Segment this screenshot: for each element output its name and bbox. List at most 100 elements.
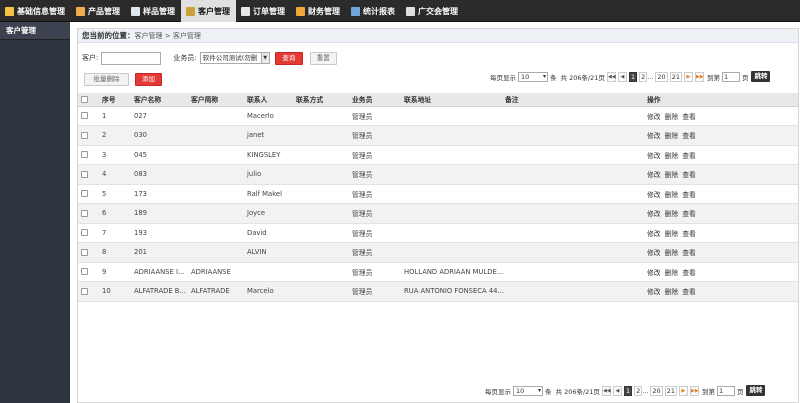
customer-input[interactable] xyxy=(101,51,162,65)
next-page-icon[interactable]: ▶ xyxy=(683,71,693,82)
row-checkbox[interactable] xyxy=(81,151,88,159)
row-checkbox[interactable] xyxy=(81,287,88,295)
edit-link[interactable]: 修改 xyxy=(647,113,661,121)
batch-delete-button[interactable]: 批量删除 xyxy=(84,73,129,86)
delete-link[interactable]: 删除 xyxy=(665,132,679,140)
view-link[interactable]: 查看 xyxy=(682,132,696,140)
view-link[interactable]: 查看 xyxy=(682,230,696,238)
goto-input[interactable]: 1 xyxy=(721,71,740,82)
goto-input-bottom[interactable]: 1 xyxy=(716,385,735,396)
page-20-bottom[interactable]: 20 xyxy=(650,385,663,396)
row-checkbox[interactable] xyxy=(81,190,88,198)
cell-contact: Macerlo xyxy=(244,106,293,126)
view-link[interactable]: 查看 xyxy=(682,152,696,160)
reset-button[interactable]: 重置 xyxy=(309,51,337,65)
edit-link[interactable]: 修改 xyxy=(647,288,661,296)
cell-no: 8 xyxy=(99,242,131,263)
page-2-bottom[interactable]: 2 xyxy=(634,385,643,396)
page-unit-bottom: 页 xyxy=(736,387,744,396)
cell-phone xyxy=(293,203,349,224)
goto-label-bottom: 到第 xyxy=(701,387,715,396)
page-20[interactable]: 20 xyxy=(655,71,668,82)
per-page-select-bottom[interactable]: 10 xyxy=(513,385,543,396)
first-page-icon[interactable]: ◀◀ xyxy=(601,385,611,396)
edit-link[interactable]: 修改 xyxy=(647,152,661,160)
per-page-select[interactable]: 10 xyxy=(518,71,548,82)
chevron-down-icon: ▼ xyxy=(260,53,269,63)
delete-link[interactable]: 删除 xyxy=(665,171,679,179)
delete-link[interactable]: 删除 xyxy=(665,113,679,121)
delete-link[interactable]: 删除 xyxy=(665,191,679,199)
salesman-select[interactable]: 软件公司测试(勿删 ▼ xyxy=(199,52,270,64)
prev-page-icon[interactable]: ◀ xyxy=(612,385,622,396)
cell-name: 189 xyxy=(131,203,188,224)
last-page-icon[interactable]: ▶▶ xyxy=(689,385,699,396)
delete-link[interactable]: 删除 xyxy=(665,152,679,160)
col-no: 序号 xyxy=(99,93,131,107)
edit-link[interactable]: 修改 xyxy=(647,191,661,199)
customer-table: 序号 客户名称 客户简称 联系人 联系方式 业务员 联系地址 备注 操作 1 02… xyxy=(78,93,798,302)
last-page-icon[interactable]: ▶▶ xyxy=(694,71,704,82)
page-1-bottom[interactable]: 1 xyxy=(623,385,633,396)
view-link[interactable]: 查看 xyxy=(682,113,696,121)
add-button[interactable]: 添加 xyxy=(135,73,162,86)
delete-link[interactable]: 删除 xyxy=(665,230,679,238)
notebook-icon xyxy=(5,6,14,16)
nav-item-3[interactable]: 客户管理 xyxy=(181,0,236,22)
view-link[interactable]: 查看 xyxy=(682,171,696,179)
page-21-bottom[interactable]: 21 xyxy=(664,385,677,396)
nav-item-1[interactable]: 产品管理 xyxy=(71,0,126,22)
cell-short xyxy=(188,145,244,165)
view-link[interactable]: 查看 xyxy=(682,210,696,218)
wallet-icon xyxy=(296,6,305,16)
row-checkbox[interactable] xyxy=(81,229,88,237)
per-page-unit-bottom: 条 xyxy=(545,387,552,396)
nav-item-7[interactable]: 广交会管理 xyxy=(401,0,464,22)
cell-phone xyxy=(293,281,349,302)
nav-item-4[interactable]: 订单管理 xyxy=(236,0,291,22)
row-checkbox[interactable] xyxy=(81,268,88,276)
view-link[interactable]: 查看 xyxy=(682,249,696,257)
row-checkbox[interactable] xyxy=(81,131,88,139)
table-row: 9 ADRIAANSE I... ADRIAANSE 管理员 HOLLAND ADRIA… xyxy=(78,262,798,282)
next-page-icon[interactable]: ▶ xyxy=(678,385,688,396)
page-21[interactable]: 21 xyxy=(669,71,682,82)
cell-short xyxy=(188,184,244,204)
cell-ops: 修改 删除 查看 xyxy=(647,262,798,282)
delete-link[interactable]: 删除 xyxy=(665,249,679,257)
view-link[interactable]: 查看 xyxy=(682,288,696,296)
row-checkbox[interactable] xyxy=(81,248,88,256)
go-button-bottom[interactable]: 跳转 xyxy=(746,385,766,396)
row-checkbox[interactable] xyxy=(81,170,88,178)
row-checkbox[interactable] xyxy=(81,112,88,120)
cell-name: 045 xyxy=(131,145,188,165)
page-2[interactable]: 2 xyxy=(639,71,648,82)
page-1[interactable]: 1 xyxy=(628,71,638,82)
select-all-checkbox[interactable] xyxy=(81,95,88,103)
nav-item-5[interactable]: 财务管理 xyxy=(291,0,346,22)
edit-link[interactable]: 修改 xyxy=(647,210,661,218)
row-checkbox[interactable] xyxy=(81,209,88,217)
first-page-icon[interactable]: ◀◀ xyxy=(606,71,616,82)
delete-link[interactable]: 删除 xyxy=(665,210,679,218)
query-button[interactable]: 查询 xyxy=(274,51,303,65)
cell-sales: 管理员 xyxy=(349,145,401,165)
edit-link[interactable]: 修改 xyxy=(647,269,661,277)
delete-link[interactable]: 删除 xyxy=(665,269,679,277)
salesman-label: 业务员: xyxy=(173,54,197,62)
go-button[interactable]: 跳转 xyxy=(751,71,771,82)
view-link[interactable]: 查看 xyxy=(682,269,696,277)
edit-link[interactable]: 修改 xyxy=(647,249,661,257)
edit-link[interactable]: 修改 xyxy=(647,230,661,238)
delete-link[interactable]: 删除 xyxy=(665,288,679,296)
prev-page-icon[interactable]: ◀ xyxy=(617,71,627,82)
sidebar-item-customer-management[interactable]: 客户管理 xyxy=(0,22,70,40)
nav-item-6[interactable]: 统计报表 xyxy=(346,0,401,22)
cell-note xyxy=(505,242,647,263)
nav-item-0[interactable]: 基础信息管理 xyxy=(0,0,71,22)
table-row: 3 045 KINGSLEY 管理员 修改 删除 查看 xyxy=(78,145,798,165)
edit-link[interactable]: 修改 xyxy=(647,132,661,140)
nav-item-2[interactable]: 样品管理 xyxy=(126,0,181,22)
edit-link[interactable]: 修改 xyxy=(647,171,661,179)
view-link[interactable]: 查看 xyxy=(682,191,696,199)
